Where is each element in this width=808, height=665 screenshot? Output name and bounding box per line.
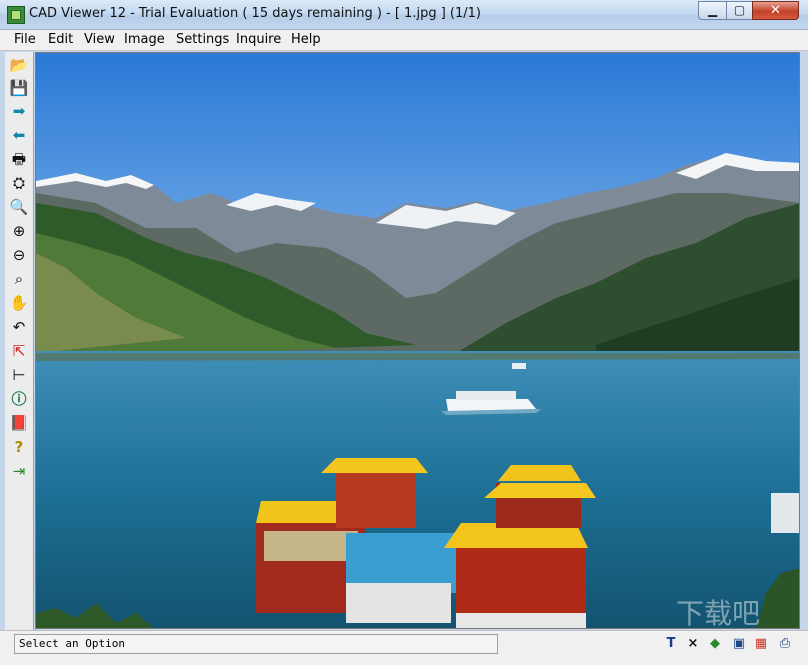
open-icon: 📂 xyxy=(9,56,29,74)
menu-settings[interactable]: Settings xyxy=(176,32,229,47)
close-icon: ✕ xyxy=(770,3,781,18)
shield-icon: ◆ xyxy=(710,636,720,651)
maximize-button[interactable]: ▢ xyxy=(726,1,753,20)
info-icon: ⓘ xyxy=(11,390,27,408)
text-tool-icon: T xyxy=(666,636,676,651)
zoom-window-button[interactable]: ⌕ xyxy=(8,268,30,290)
info-button[interactable]: ⓘ xyxy=(8,388,30,410)
zoom-out-icon: ⊖ xyxy=(12,246,26,264)
zoom-icon: 🔍 xyxy=(9,198,29,216)
menu-inquire[interactable]: Inquire xyxy=(236,32,281,47)
print-icon: 🖶 xyxy=(11,150,27,168)
menu-help[interactable]: Help xyxy=(291,32,321,47)
next-arrow-icon: ➡ xyxy=(12,102,26,120)
title-bar: CAD Viewer 12 - Trial Evaluation ( 15 da… xyxy=(0,0,808,30)
zoom-button[interactable]: 🔍 xyxy=(8,196,30,218)
status-bar: Select an Option T × ◆ ▣ ▦ ⎙ xyxy=(0,630,808,665)
close-button[interactable]: ✕ xyxy=(752,1,799,20)
zoom-out-button[interactable]: ⊖ xyxy=(8,244,30,266)
exit-button[interactable]: ⇥ xyxy=(8,460,30,482)
measure-button[interactable]: ⊢ xyxy=(8,364,30,386)
manual-button[interactable]: 📕 xyxy=(8,412,30,434)
displayed-image: 下载吧 xyxy=(36,53,799,629)
pan-hand-icon: ✋ xyxy=(9,294,29,312)
window-title: CAD Viewer 12 - Trial Evaluation ( 15 da… xyxy=(29,6,481,21)
zoom-window-icon: ⌕ xyxy=(14,270,24,288)
layout-icon: ▣ xyxy=(732,636,746,651)
maximize-icon: ▢ xyxy=(733,3,746,17)
printer-icon: ⎙ xyxy=(779,636,791,651)
color-icon: ▦ xyxy=(754,636,768,651)
binoculars-icon: ⛭ xyxy=(12,174,25,192)
image-viewport[interactable]: 下载吧 xyxy=(35,52,800,629)
menu-image[interactable]: Image xyxy=(124,32,165,47)
menu-file[interactable]: File xyxy=(14,32,36,47)
help-icon: ? xyxy=(14,438,24,456)
menu-view[interactable]: View xyxy=(84,32,115,47)
left-toolbar: 📂 💾 ➡ ⬅ 🖶 ⛭ 🔍 ⊕ ⊖ ⌕ ✋ ↶ ⇱ ⊢ ⓘ 📕 ? ⇥ xyxy=(5,52,34,632)
previous-button[interactable]: ⬅ xyxy=(8,124,30,146)
measure-icon: ⊢ xyxy=(12,366,26,384)
shield-button[interactable]: ◆ xyxy=(706,635,724,653)
save-icon: 💾 xyxy=(9,79,29,97)
minimize-button[interactable]: ▁ xyxy=(698,1,727,20)
undo-icon: ↶ xyxy=(12,318,26,336)
open-button[interactable]: 📂 xyxy=(8,54,30,76)
status-message: Select an Option xyxy=(14,634,498,654)
zoom-in-icon: ⊕ xyxy=(12,222,26,240)
menu-edit[interactable]: Edit xyxy=(48,32,73,47)
cancel-tool-button[interactable]: × xyxy=(684,635,702,653)
zoom-in-button[interactable]: ⊕ xyxy=(8,220,30,242)
axes-icon: ⇱ xyxy=(12,342,26,360)
printer-button[interactable]: ⎙ xyxy=(776,635,794,653)
next-button[interactable]: ➡ xyxy=(8,100,30,122)
app-icon xyxy=(7,6,25,24)
save-button[interactable]: 💾 xyxy=(8,77,30,99)
color-button[interactable]: ▦ xyxy=(752,635,770,653)
menu-bar: File Edit View Image Settings Inquire He… xyxy=(0,30,808,51)
find-button[interactable]: ⛭ xyxy=(8,172,30,194)
axes-button[interactable]: ⇱ xyxy=(8,340,30,362)
undo-button[interactable]: ↶ xyxy=(8,316,30,338)
exit-icon: ⇥ xyxy=(12,462,26,480)
help-button[interactable]: ? xyxy=(8,436,30,458)
text-tool-button[interactable]: T xyxy=(662,635,680,653)
layout-button[interactable]: ▣ xyxy=(730,635,748,653)
prev-arrow-icon: ⬅ xyxy=(12,126,26,144)
print-button[interactable]: 🖶 xyxy=(8,148,30,170)
close-tool-icon: × xyxy=(687,636,699,651)
book-icon: 📕 xyxy=(9,414,29,432)
pan-button[interactable]: ✋ xyxy=(8,292,30,314)
minimize-icon: ▁ xyxy=(707,3,718,17)
watermark: 下载吧 xyxy=(676,597,760,629)
